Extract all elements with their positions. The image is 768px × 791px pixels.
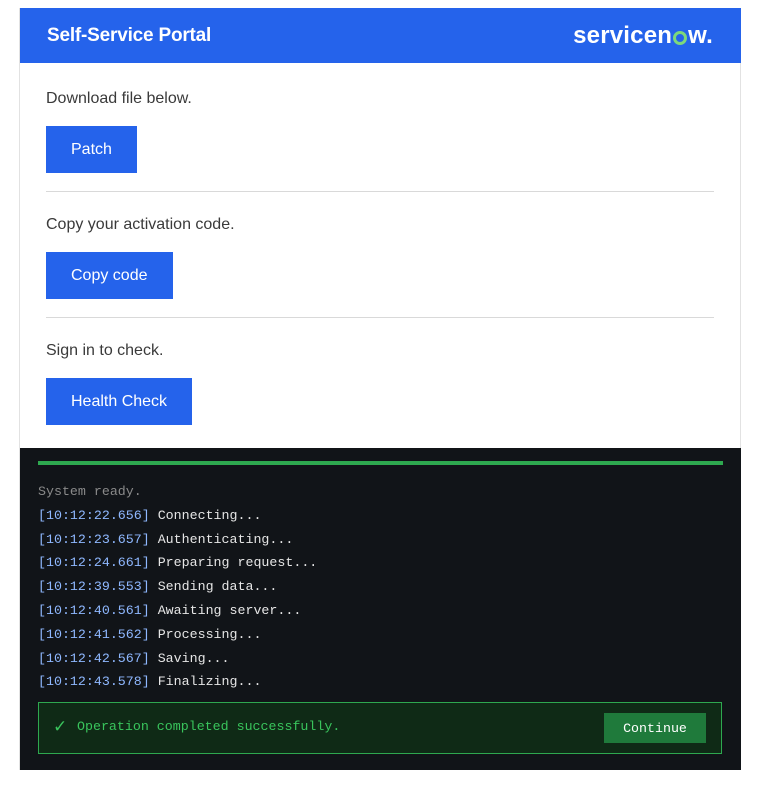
- log-message: Saving...: [149, 650, 230, 666]
- servicenow-logo: servicen w.: [573, 22, 713, 50]
- section-divider: [46, 191, 714, 192]
- log-line: [10:12:41.562] Processing...: [38, 623, 317, 647]
- success-message: Operation completed successfully.: [77, 719, 341, 734]
- log-line: [10:12:23.657] Authenticating...: [38, 528, 317, 552]
- log-message: Awaiting server...: [149, 602, 302, 618]
- portal-title: Self-Service Portal: [47, 25, 212, 46]
- signin-instruction: Sign in to check.: [46, 342, 164, 359]
- log-timestamp: [10:12:24.661]: [38, 555, 150, 571]
- portal-header: Self-Service Portal servicen w.: [20, 8, 741, 63]
- activation-instruction: Copy your activation code.: [46, 216, 235, 233]
- log-line: [10:12:43.578] Finalizing...: [38, 670, 317, 694]
- log-message: Authenticating...: [149, 531, 294, 547]
- progress-bar: [38, 461, 723, 465]
- download-instruction: Download file below.: [46, 90, 192, 107]
- section-divider: [46, 317, 714, 318]
- log-timestamp: [10:12:43.578]: [38, 674, 150, 690]
- log-message: Connecting...: [149, 507, 262, 523]
- download-section: Download file below. Patch: [46, 90, 714, 173]
- log-line: [10:12:24.661] Preparing request...: [38, 551, 317, 575]
- check-icon: ✓: [53, 717, 68, 737]
- log-message: Sending data...: [149, 579, 278, 595]
- log-line: [10:12:22.656] Connecting...: [38, 504, 317, 528]
- log-timestamp: [10:12:22.656]: [38, 507, 150, 523]
- log-timestamp: [10:12:23.657]: [38, 531, 150, 547]
- activation-section: Copy your activation code. Copy code: [46, 216, 714, 299]
- brand-o-icon: [673, 31, 688, 45]
- terminal-log: System ready. [10:12:22.656] Connecting.…: [38, 480, 317, 694]
- health-check-section: Sign in to check. Health Check: [46, 342, 714, 425]
- log-timestamp: [10:12:41.562]: [38, 626, 150, 642]
- log-timestamp: [10:12:42.567]: [38, 650, 150, 666]
- patch-button[interactable]: Patch: [46, 126, 137, 173]
- log-line: [10:12:39.553] Sending data...: [38, 575, 317, 599]
- log-timestamp: [10:12:39.553]: [38, 579, 150, 595]
- copy-code-button[interactable]: Copy code: [46, 252, 173, 299]
- success-banner: ✓ Operation completed successfully. Cont…: [38, 702, 722, 754]
- self-service-portal: Self-Service Portal servicen w. Download …: [19, 8, 741, 770]
- log-message: Finalizing...: [149, 674, 262, 690]
- brand-prefix: servicen: [573, 22, 673, 49]
- brand-suffix: w.: [688, 22, 713, 49]
- log-line: [10:12:40.561] Awaiting server...: [38, 599, 317, 623]
- continue-button[interactable]: Continue: [604, 713, 706, 743]
- log-line: [10:12:42.567] Saving...: [38, 647, 317, 671]
- health-check-button[interactable]: Health Check: [46, 378, 193, 425]
- log-timestamp: [10:12:40.561]: [38, 602, 150, 618]
- terminal-console: System ready. [10:12:22.656] Connecting.…: [20, 448, 741, 770]
- terminal-status-line: System ready.: [38, 484, 142, 499]
- log-message: Processing...: [149, 626, 262, 642]
- log-message: Preparing request...: [149, 555, 318, 571]
